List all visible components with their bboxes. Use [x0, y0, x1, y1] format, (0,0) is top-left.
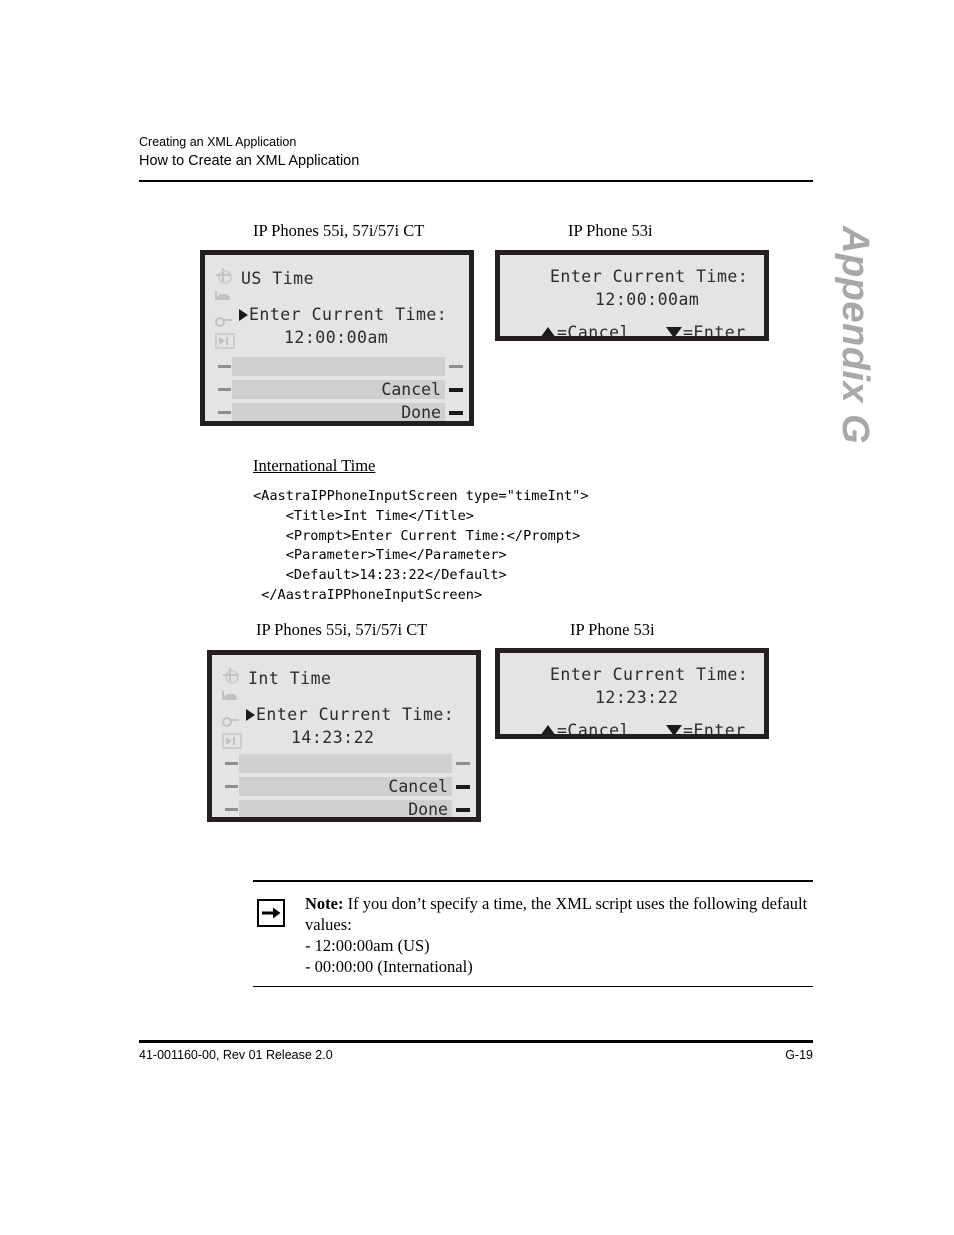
softkey-tick-right — [449, 388, 463, 392]
softkey-tick-left — [218, 388, 231, 391]
softkey-tick-left — [218, 411, 231, 414]
prompt-text-us: Enter Current Time: — [249, 305, 448, 324]
note-label: Note: — [305, 893, 344, 913]
softkey-label-done: Done — [408, 800, 448, 817]
phone-icon — [222, 689, 240, 704]
xml-code-block: <AastraIPPhoneInputScreen type="timeInt"… — [253, 488, 589, 603]
softkey-label-cancel: Cancel — [388, 777, 448, 796]
star-icon — [215, 267, 233, 284]
softkey-row-blank[interactable] — [212, 754, 476, 773]
softkey-tick-right — [449, 365, 463, 368]
key-icon — [222, 711, 240, 727]
softkey-label-cancel: Cancel — [381, 380, 441, 399]
softkey-bar — [232, 357, 445, 376]
prompt-row-us: Enter Current Time: — [239, 305, 447, 324]
softkey-tick-left — [218, 365, 231, 368]
right-arrow-icon — [257, 898, 285, 927]
caption-phones-55i-top: IP Phones 55i, 57i/57i CT — [253, 221, 425, 240]
triangle-up-icon — [540, 725, 556, 734]
softkey-tick-right — [456, 785, 470, 789]
page-header: Creating an XML Application How to Creat… — [139, 134, 813, 171]
lcd-screen-us-53i: Enter Current Time: 12:00:00am =Cancel =… — [495, 250, 769, 341]
header-chapter-title: Creating an XML Application — [139, 135, 297, 149]
note-divider-bottom — [253, 985, 813, 987]
note-paragraph: Note: If you don’t specify a time, the X… — [305, 893, 813, 935]
note-body: Note: If you don’t specify a time, the X… — [253, 882, 813, 986]
softkey-row-cancel[interactable]: Cancel — [212, 777, 476, 796]
cancel-hint-label: =Cancel — [557, 721, 631, 734]
key-hint-row-us-53i: =Cancel =Enter — [540, 323, 746, 336]
lcd-screen-int-53i: Enter Current Time: 12:23:22 =Cancel =En… — [495, 648, 769, 739]
header-divider — [139, 180, 813, 182]
softkey-tick-left — [225, 785, 238, 788]
cancel-hint-label: =Cancel — [557, 323, 631, 336]
enter-hint-label: =Enter — [683, 323, 746, 336]
footer-divider — [139, 1040, 813, 1043]
caption-phones-55i-bottom: IP Phones 55i, 57i/57i CT — [256, 620, 428, 639]
caption-phone-53i-top: IP Phone 53i — [568, 221, 653, 240]
prompt-text-int-53i: Enter Current Time: — [550, 665, 749, 684]
note-bullet-international: - 00:00:00 (International) — [305, 956, 473, 976]
star-icon — [222, 667, 240, 684]
note-text-block: Note: If you don’t specify a time, the X… — [305, 893, 813, 977]
softkey-tick-right — [449, 411, 463, 415]
prompt-text-us-53i: Enter Current Time: — [550, 267, 749, 286]
key-hint-row-int-53i: =Cancel =Enter — [540, 721, 746, 734]
caret-icon — [246, 708, 255, 721]
softkey-row-cancel[interactable]: Cancel — [205, 380, 469, 399]
appendix-tab-label: Appendix G — [834, 226, 876, 445]
enter-hint-label: =Enter — [683, 721, 746, 734]
softkey-tick-right — [456, 762, 470, 765]
time-value-int: 14:23:22 — [291, 728, 375, 747]
screen-title-int: Int Time — [248, 669, 332, 688]
key-icon — [215, 311, 233, 327]
softkey-area-us: Cancel Done — [205, 357, 469, 421]
time-value-us: 12:00:00am — [284, 328, 389, 347]
note-callout: Note: If you don’t specify a time, the X… — [253, 880, 813, 987]
triangle-down-icon — [666, 725, 683, 734]
time-value-int-53i: 12:23:22 — [595, 688, 679, 707]
softkey-tick-right — [456, 808, 470, 812]
softkey-label-done: Done — [401, 403, 441, 421]
triangle-down-icon — [666, 327, 683, 336]
status-icon-column — [222, 667, 246, 756]
softkey-tick-left — [225, 762, 238, 765]
caption-phone-53i-bottom: IP Phone 53i — [570, 620, 655, 639]
status-icon-column — [215, 267, 239, 356]
section-heading-international-time: International Time — [253, 456, 376, 475]
phone-icon — [215, 289, 233, 304]
voicemail-icon — [222, 733, 242, 749]
softkey-area-int: Cancel Done — [212, 754, 476, 817]
voicemail-icon — [215, 333, 235, 349]
screen-title-us: US Time — [241, 269, 315, 288]
softkey-row-blank[interactable] — [205, 357, 469, 376]
footer-page-number: G-19 — [785, 1048, 813, 1062]
lcd-screen-us-55i: US Time Enter Current Time: 12:00:00am C… — [200, 250, 474, 426]
lcd-screen-int-55i: Int Time Enter Current Time: 14:23:22 Ca… — [207, 650, 481, 822]
softkey-tick-left — [225, 808, 238, 811]
prompt-text-int: Enter Current Time: — [256, 705, 455, 724]
note-sentence: If you don’t specify a time, the XML scr… — [305, 893, 808, 934]
header-section-title: How to Create an XML Application — [139, 153, 360, 169]
caret-icon — [239, 308, 248, 321]
triangle-up-icon — [540, 327, 556, 336]
softkey-row-done[interactable]: Done — [212, 800, 476, 817]
prompt-row-int: Enter Current Time: — [246, 705, 454, 724]
softkey-row-done[interactable]: Done — [205, 403, 469, 421]
note-bullet-us: - 12:00:00am (US) — [305, 935, 430, 955]
time-value-us-53i: 12:00:00am — [595, 290, 700, 309]
softkey-bar — [239, 754, 452, 773]
